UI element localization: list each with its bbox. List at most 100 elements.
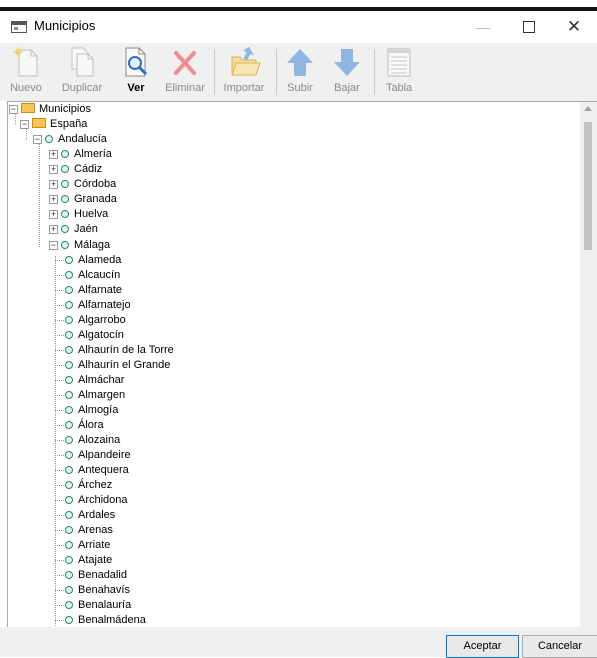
tree-node-municipality[interactable]: Alfarnate xyxy=(65,283,122,297)
tree-node-municipality[interactable]: Álora xyxy=(65,418,104,432)
tree-node-province[interactable]: + Cádiz xyxy=(49,162,102,176)
move-down-button[interactable]: Bajar xyxy=(326,45,368,99)
node-circle-icon xyxy=(65,316,73,324)
table-button[interactable]: Tabla xyxy=(378,45,420,99)
tree-line xyxy=(55,395,64,396)
tree-node-municipality[interactable]: Benahavís xyxy=(65,583,130,597)
expand-toggle[interactable]: + xyxy=(49,225,58,234)
tree-node-label: Alameda xyxy=(78,254,122,266)
tree-node-municipality[interactable]: Antequera xyxy=(65,463,129,477)
tree-line xyxy=(55,590,64,591)
collapse-toggle[interactable]: − xyxy=(9,105,18,114)
tree-node-province[interactable]: + Jaén xyxy=(49,222,98,236)
toolbar: Nuevo Duplicar Ver Eliminar Importar Sub… xyxy=(0,43,597,101)
tree-line xyxy=(55,440,64,441)
tree-node-municipality[interactable]: Algarrobo xyxy=(65,313,126,327)
tree-node-label: Archidona xyxy=(78,494,128,506)
node-circle-icon xyxy=(65,526,73,534)
municipios-tree[interactable]: − Municipios − España − Andalucía + Alme… xyxy=(7,101,597,629)
tree-node-municipality[interactable]: Benadalid xyxy=(65,568,127,582)
delete-button[interactable]: Eliminar xyxy=(162,45,208,99)
tree-node-root[interactable]: − Municipios xyxy=(9,102,91,116)
tree-line xyxy=(55,365,64,366)
tree-line xyxy=(55,530,64,531)
tree-node-municipality[interactable]: Algatocín xyxy=(65,328,124,342)
node-circle-icon xyxy=(61,210,69,218)
tree-line xyxy=(55,260,64,261)
tree-node-municipality[interactable]: Alpandeire xyxy=(65,448,131,462)
scrollbar-thumb[interactable] xyxy=(584,122,592,250)
tree-node-province[interactable]: + Granada xyxy=(49,192,117,206)
vertical-scrollbar[interactable] xyxy=(580,102,597,628)
tree-node-label: Benadalid xyxy=(78,569,127,581)
expand-toggle[interactable]: + xyxy=(49,210,58,219)
window-top-border xyxy=(0,0,597,11)
tree-line xyxy=(55,560,64,561)
node-circle-icon xyxy=(65,601,73,609)
expand-toggle[interactable]: + xyxy=(49,180,58,189)
tree-node-municipality[interactable]: Alcaucín xyxy=(65,268,120,282)
tree-node-municipality[interactable]: Atajate xyxy=(65,553,112,567)
node-circle-icon xyxy=(65,301,73,309)
tree-line xyxy=(55,425,64,426)
node-circle-icon xyxy=(65,406,73,414)
tree-node-municipality[interactable]: Archidona xyxy=(65,493,128,507)
tree-node-municipality[interactable]: Almogía xyxy=(65,403,118,417)
duplicate-button[interactable]: Duplicar xyxy=(54,45,110,99)
tree-node-municipality[interactable]: Ardales xyxy=(65,508,115,522)
collapse-toggle[interactable]: − xyxy=(49,241,58,250)
tree-node-municipality[interactable]: Almargen xyxy=(65,388,125,402)
tree-node-municipality[interactable]: Alameda xyxy=(65,253,121,267)
import-button[interactable]: Importar xyxy=(218,45,270,99)
tree-node-municipality[interactable]: Alhaurín de la Torre xyxy=(65,343,174,357)
new-button[interactable]: Nuevo xyxy=(4,45,48,99)
node-circle-icon xyxy=(65,331,73,339)
collapse-toggle[interactable]: − xyxy=(20,120,29,129)
tree-line xyxy=(39,143,40,247)
minimize-button[interactable]: — xyxy=(460,11,506,43)
tree-node-municipality[interactable]: Alfarnatejo xyxy=(65,298,131,312)
expand-toggle[interactable]: + xyxy=(49,165,58,174)
tree-line xyxy=(55,500,64,501)
tree-node-municipality[interactable]: Alozaina xyxy=(65,433,120,447)
tree-node-label: Benahavís xyxy=(78,584,130,596)
new-document-icon xyxy=(8,45,44,79)
node-circle-icon xyxy=(65,346,73,354)
collapse-toggle[interactable]: − xyxy=(33,135,42,144)
tree-node-municipality[interactable]: Benalmádena xyxy=(65,613,146,627)
node-circle-icon xyxy=(65,571,73,579)
tree-node-province-expanded[interactable]: − Málaga xyxy=(49,238,110,252)
move-up-button[interactable]: Subir xyxy=(280,45,320,99)
node-circle-icon xyxy=(61,180,69,188)
tree-node-label: Huelva xyxy=(74,208,109,220)
tree-node-country[interactable]: − España xyxy=(20,117,87,131)
tree-node-province[interactable]: + Almería xyxy=(49,147,112,161)
down-arrow-icon xyxy=(329,45,365,79)
tree-node-municipality[interactable]: Almáchar xyxy=(65,373,124,387)
tree-node-region[interactable]: − Andalucía xyxy=(33,132,107,146)
expand-toggle[interactable]: + xyxy=(49,195,58,204)
tree-node-municipality[interactable]: Benalauría xyxy=(65,598,131,612)
scroll-up-arrow-icon[interactable] xyxy=(584,106,592,111)
import-button-label: Importar xyxy=(223,82,265,94)
tree-node-label: Algarrobo xyxy=(78,314,126,326)
tree-node-municipality[interactable]: Arriate xyxy=(65,538,110,552)
tree-node-municipality[interactable]: Árchez xyxy=(65,478,112,492)
tree-node-municipality[interactable]: Alhaurín el Grande xyxy=(65,358,170,372)
tree-line xyxy=(55,320,64,321)
node-circle-icon xyxy=(65,376,73,384)
tree-node-municipality[interactable]: Arenas xyxy=(65,523,113,537)
accept-button[interactable]: Aceptar xyxy=(446,635,519,658)
tree-node-province[interactable]: + Córdoba xyxy=(49,177,116,191)
cancel-button[interactable]: Cancelar xyxy=(522,635,597,658)
maximize-button[interactable] xyxy=(506,11,552,43)
tree-node-province[interactable]: + Huelva xyxy=(49,207,108,221)
tree-node-label: Almogía xyxy=(78,404,119,416)
expand-toggle[interactable]: + xyxy=(49,150,58,159)
duplicate-icon xyxy=(64,45,100,79)
node-circle-icon xyxy=(65,391,73,399)
close-button[interactable]: ✕ xyxy=(551,11,597,43)
tree-node-label: Córdoba xyxy=(74,178,117,190)
view-button[interactable]: Ver xyxy=(116,45,156,99)
tree-line xyxy=(55,485,64,486)
